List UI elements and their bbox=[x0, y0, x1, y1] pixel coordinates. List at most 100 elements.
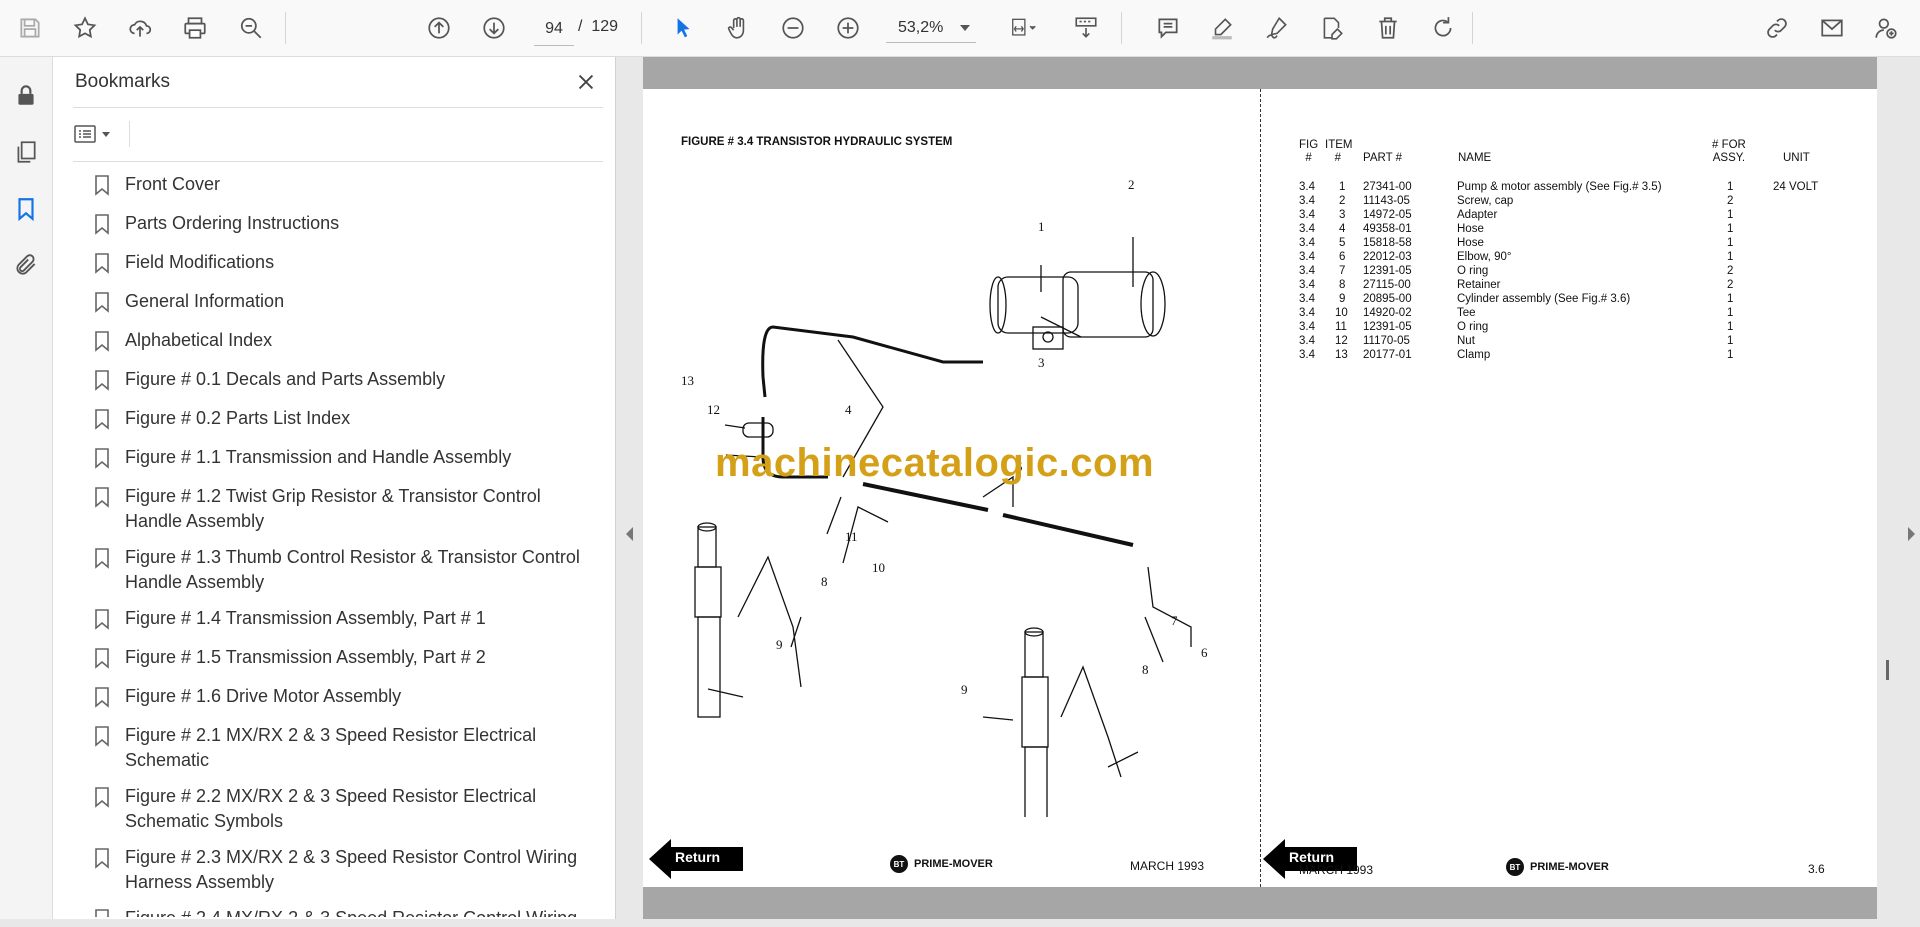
callout-8b: 8 bbox=[1142, 662, 1149, 677]
edit-pdf-icon[interactable] bbox=[1314, 10, 1350, 46]
bookmark-label: Field Modifications bbox=[125, 252, 275, 272]
cell-item: 10 bbox=[1335, 307, 1348, 319]
callout-13: 13 bbox=[681, 373, 694, 388]
highlight-icon[interactable] bbox=[1204, 10, 1240, 46]
page-number-input[interactable] bbox=[534, 13, 574, 46]
callout-10: 10 bbox=[872, 560, 885, 575]
bookmark-label: Figure # 2.1 MX/RX 2 & 3 Speed Resistor … bbox=[125, 725, 537, 770]
cell-name: Tee bbox=[1457, 307, 1476, 319]
cell-item: 6 bbox=[1339, 251, 1346, 263]
zoom-in-icon[interactable] bbox=[830, 10, 866, 46]
page-divider bbox=[1260, 89, 1261, 887]
bookmark-label: Figure # 0.2 Parts List Index bbox=[125, 408, 351, 428]
hand-icon[interactable] bbox=[720, 10, 756, 46]
page-down-icon[interactable] bbox=[476, 10, 512, 46]
attachment-icon[interactable] bbox=[8, 247, 44, 283]
bookmark-item[interactable]: Figure # 0.1 Decals and Parts Assembly bbox=[93, 362, 641, 401]
cell-fig: 3.4 bbox=[1299, 181, 1315, 193]
account-icon[interactable] bbox=[1868, 10, 1904, 46]
cell-part: 27115-00 bbox=[1363, 279, 1411, 291]
bookmark-icon bbox=[95, 909, 109, 917]
save-icon[interactable] bbox=[12, 10, 48, 46]
bookmark-item[interactable]: Figure # 2.2 MX/RX 2 & 3 Speed Resistor … bbox=[93, 779, 641, 840]
cell-qty: 1 bbox=[1727, 349, 1734, 361]
cell-part: 20177-01 bbox=[1363, 349, 1412, 361]
bookmark-item[interactable]: Figure # 0.2 Parts List Index bbox=[93, 401, 641, 440]
rotate-icon[interactable] bbox=[1425, 10, 1461, 46]
return-label: Return bbox=[675, 849, 721, 865]
cell-item: 11 bbox=[1335, 321, 1347, 333]
cell-fig: 3.4 bbox=[1299, 223, 1315, 235]
page-band-top bbox=[643, 57, 1877, 89]
lock-icon[interactable] bbox=[8, 77, 44, 113]
zoom-select[interactable]: 53,2% bbox=[886, 13, 976, 43]
bookmark-item[interactable]: Figure # 2.4 MX/RX 2 & 3 Speed Resistor … bbox=[93, 901, 641, 917]
bookmark-label: Parts Ordering Instructions bbox=[125, 213, 340, 233]
bookmark-icon bbox=[95, 253, 109, 274]
zoom-out-icon[interactable] bbox=[775, 10, 811, 46]
cell-part: 11170-05 bbox=[1363, 335, 1410, 347]
bookmark-item[interactable]: Figure # 2.1 MX/RX 2 & 3 Speed Resistor … bbox=[93, 718, 641, 779]
bookmark-panel-icon[interactable] bbox=[8, 191, 44, 227]
header-qty: # FOR ASSY. bbox=[1712, 139, 1746, 164]
bookmark-icon bbox=[95, 848, 109, 869]
cell-qty: 2 bbox=[1727, 265, 1734, 277]
comment-icon[interactable] bbox=[1150, 10, 1186, 46]
brand-mark: BT PRIME-MOVER bbox=[1506, 858, 1609, 876]
bookmark-icon bbox=[95, 548, 109, 569]
cell-fig: 3.4 bbox=[1299, 349, 1315, 361]
page-total-value: 129 bbox=[591, 18, 619, 35]
sign-icon[interactable] bbox=[1259, 10, 1295, 46]
expand-right-panel-icon[interactable] bbox=[1908, 527, 1915, 541]
bookmark-icon bbox=[95, 687, 109, 708]
select-cursor-icon[interactable] bbox=[665, 10, 701, 46]
return-button[interactable]: Return bbox=[649, 839, 743, 879]
email-icon[interactable] bbox=[1814, 10, 1850, 46]
bookmark-item[interactable]: Parts Ordering Instructions bbox=[93, 206, 641, 245]
bookmark-item[interactable]: Figure # 1.6 Drive Motor Assembly bbox=[93, 679, 641, 718]
cell-item: 5 bbox=[1339, 237, 1346, 249]
print-icon[interactable] bbox=[177, 10, 213, 46]
cell-item: 8 bbox=[1339, 279, 1346, 291]
callout-4: 4 bbox=[845, 402, 852, 417]
document-scrollbar[interactable] bbox=[1886, 660, 1889, 680]
cell-name: Retainer bbox=[1457, 279, 1501, 291]
watermark: machinecatalogic.com bbox=[715, 441, 1155, 485]
callout-11: 11 bbox=[845, 529, 858, 544]
page-up-icon[interactable] bbox=[421, 10, 457, 46]
star-icon[interactable] bbox=[67, 10, 103, 46]
header-part: PART # bbox=[1363, 152, 1402, 164]
bookmark-item[interactable]: Figure # 1.5 Transmission Assembly, Part… bbox=[93, 640, 641, 679]
cell-item: 13 bbox=[1335, 349, 1348, 361]
bookmark-icon bbox=[95, 448, 109, 469]
callout-9b: 9 bbox=[961, 682, 968, 697]
bookmark-item[interactable]: Figure # 1.3 Thumb Control Resistor & Tr… bbox=[93, 540, 641, 601]
cell-qty: 1 bbox=[1727, 237, 1734, 249]
cell-name: Hose bbox=[1457, 237, 1484, 249]
bookmark-item[interactable]: Figure # 2.3 MX/RX 2 & 3 Speed Resistor … bbox=[93, 840, 641, 901]
callout-12: 12 bbox=[707, 402, 720, 417]
collapse-left-panel-icon[interactable] bbox=[626, 527, 633, 541]
cell-qty: 1 bbox=[1727, 209, 1734, 221]
bookmark-item[interactable]: Figure # 1.1 Transmission and Handle Ass… bbox=[93, 440, 641, 479]
delete-icon[interactable] bbox=[1370, 10, 1406, 46]
bookmark-item[interactable]: Front Cover bbox=[93, 167, 641, 206]
pages-icon[interactable] bbox=[8, 134, 44, 170]
header-fig: FIG # bbox=[1299, 139, 1319, 164]
bookmark-item[interactable]: Figure # 1.2 Twist Grip Resistor & Trans… bbox=[93, 479, 641, 540]
bookmark-item[interactable]: General Information bbox=[93, 284, 641, 323]
bookmark-icon bbox=[95, 370, 109, 391]
close-icon[interactable] bbox=[571, 67, 601, 97]
fit-page-icon[interactable] bbox=[1000, 10, 1048, 46]
cell-fig: 3.4 bbox=[1299, 265, 1315, 277]
share-link-icon[interactable] bbox=[1759, 10, 1795, 46]
bookmark-item[interactable]: Figure # 1.4 Transmission Assembly, Part… bbox=[93, 601, 641, 640]
bookmark-options-button[interactable] bbox=[73, 119, 123, 149]
upload-icon[interactable] bbox=[122, 10, 158, 46]
zoom-search-icon[interactable] bbox=[233, 10, 269, 46]
scroll-mode-icon[interactable] bbox=[1068, 10, 1104, 46]
bookmark-item[interactable]: Alphabetical Index bbox=[93, 323, 641, 362]
page-total: / 129 bbox=[578, 18, 618, 36]
bookmark-item[interactable]: Field Modifications bbox=[93, 245, 641, 284]
cell-name: Nut bbox=[1457, 335, 1475, 347]
